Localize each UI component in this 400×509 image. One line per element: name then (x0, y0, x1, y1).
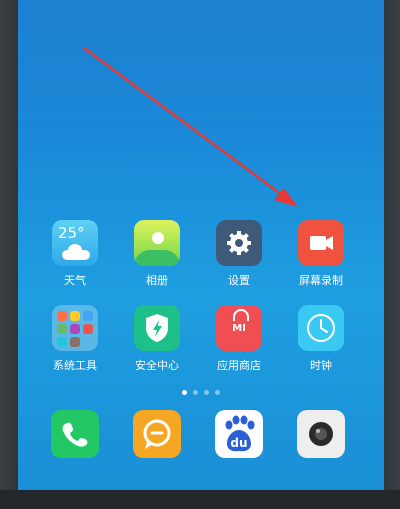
page-dot-1[interactable] (182, 390, 187, 395)
app-gallery[interactable]: 相册 (122, 220, 192, 288)
app-clock-label: 时钟 (310, 359, 332, 372)
page-indicator (18, 380, 384, 399)
app-settings[interactable]: 设置 (204, 220, 274, 288)
baidu-icon: du (215, 410, 263, 458)
security-shield-icon (134, 305, 180, 351)
home-screen: 25° 天气 相册 设置 屏幕录制 系统工具 安全中心 MI 应用商店 时钟 d… (18, 0, 384, 490)
dock-baidu[interactable]: du (204, 410, 274, 458)
gear-icon (216, 220, 262, 266)
messages-icon (133, 410, 181, 458)
app-screen-record-label: 屏幕录制 (299, 274, 343, 287)
hill-shape (134, 250, 180, 266)
store-logo: MI (232, 323, 246, 334)
app-system-tools-label: 系统工具 (53, 359, 97, 372)
phone-icon (51, 410, 99, 458)
camera-icon (297, 410, 345, 458)
sun-shape (152, 232, 164, 244)
app-store-icon: MI (216, 305, 262, 351)
page-dot-4[interactable] (215, 390, 220, 395)
folder-icon (52, 305, 98, 351)
page-dot-2[interactable] (193, 390, 198, 395)
app-store[interactable]: MI 应用商店 (204, 305, 274, 373)
gallery-icon (134, 220, 180, 266)
app-screen-record[interactable]: 屏幕录制 (286, 220, 356, 288)
app-weather-label: 天气 (64, 274, 86, 287)
dock-camera[interactable] (286, 410, 356, 458)
clock-icon (298, 305, 344, 351)
phone-bottom-bezel (0, 490, 400, 509)
app-gallery-label: 相册 (146, 274, 168, 287)
weather-temp: 25° (58, 224, 85, 242)
dock-messages[interactable] (122, 410, 192, 458)
app-security-center[interactable]: 安全中心 (122, 305, 192, 373)
app-system-tools[interactable]: 系统工具 (40, 305, 110, 373)
cloud-puff (68, 244, 82, 256)
app-store-label: 应用商店 (217, 359, 261, 372)
app-settings-label: 设置 (228, 274, 250, 287)
page-dot-3[interactable] (204, 390, 209, 395)
dock-phone[interactable] (40, 410, 110, 458)
baidu-logo: du (230, 436, 248, 450)
weather-icon: 25° (52, 220, 98, 266)
app-security-center-label: 安全中心 (135, 359, 179, 372)
screen-record-icon (298, 220, 344, 266)
app-clock[interactable]: 时钟 (286, 305, 356, 373)
app-weather[interactable]: 25° 天气 (40, 220, 110, 288)
